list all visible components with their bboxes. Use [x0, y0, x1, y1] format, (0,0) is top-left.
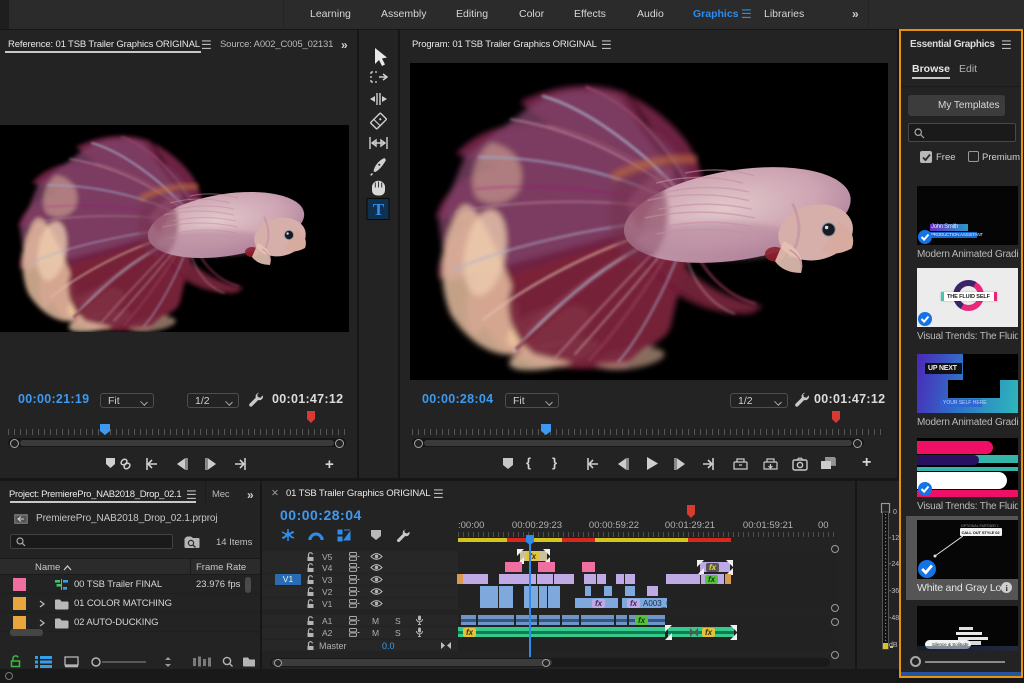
svg-text:T: T	[373, 200, 385, 219]
